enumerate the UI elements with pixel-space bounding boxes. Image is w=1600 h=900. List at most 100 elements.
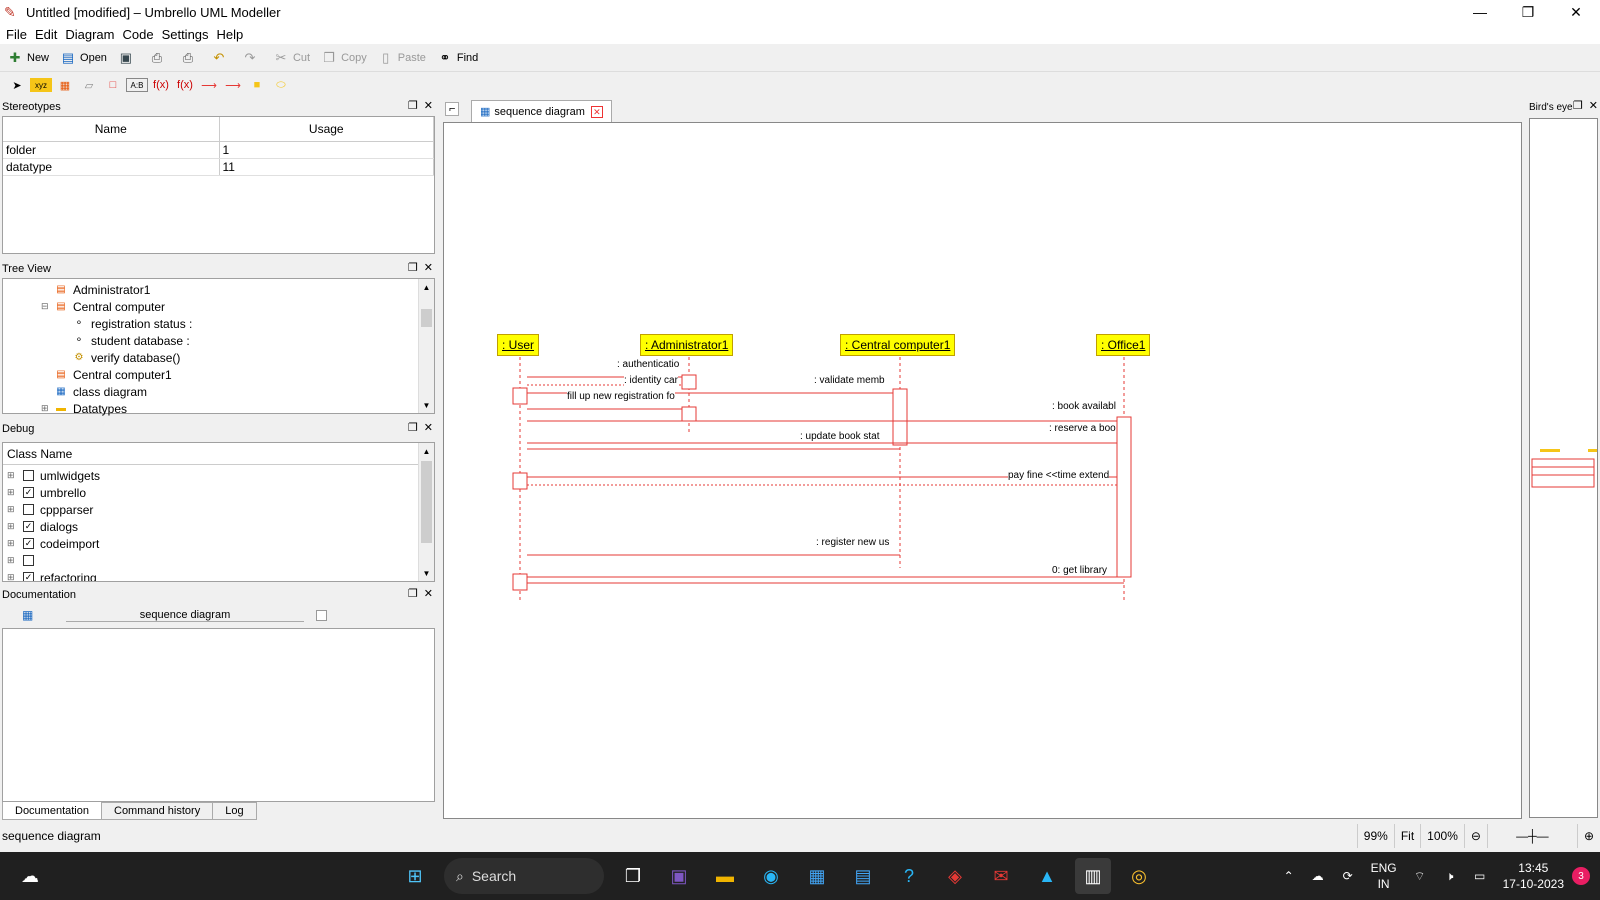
close-tab-icon[interactable]: ✕ [590,105,603,118]
volume-muted-icon[interactable]: 🕨 [1440,858,1460,894]
menu-diagram[interactable]: Diagram [61,27,118,42]
column-name[interactable]: Name [3,117,220,142]
edge-icon[interactable]: ◉ [753,858,789,894]
message-label[interactable]: : update book stat [800,431,880,442]
tree-item[interactable]: ⊞ ▬ Datatypes [41,400,127,417]
tree-item[interactable]: ▤ Central computer1 [53,366,171,383]
start-icon[interactable]: ⊞ [397,858,433,894]
function-return-tool-icon[interactable]: f(x) [174,75,196,95]
menu-file[interactable]: File [2,27,31,42]
new-tab-icon[interactable]: ⌐ [445,102,460,116]
sync-message-tool-icon[interactable]: ⟶ [198,75,220,95]
precondition-tool-icon[interactable]: ⬭ [270,75,292,95]
undo-button[interactable]: ↶ [208,47,233,69]
maximize-button[interactable]: ❐ [1504,0,1552,24]
debug-row[interactable]: ⊞ ✓ dialogs [7,518,78,535]
menu-code[interactable]: Code [118,27,157,42]
chat-icon[interactable]: ▣ [661,858,697,894]
tab-sequence-diagram[interactable]: ▦ sequence diagram ✕ [471,100,612,122]
minimize-button[interactable]: — [1456,0,1504,24]
scroll-up-icon[interactable]: ▲ [419,443,434,459]
expand-icon[interactable]: ⊞ [7,538,19,549]
save-button[interactable]: ▣ [115,47,140,69]
wifi-icon[interactable]: ⌔ [1410,858,1430,894]
expand-icon[interactable]: ⊞ [7,521,19,532]
store-icon[interactable]: ▦ [799,858,835,894]
scroll-thumb[interactable] [421,309,432,327]
message-label[interactable]: pay fine <<time extend [1008,470,1110,481]
zoom-in-icon[interactable]: ⊕ [1576,824,1600,848]
checkbox[interactable]: ✓ [23,538,34,549]
message-label[interactable]: : validate memb [814,375,885,386]
gmail-icon[interactable]: ✉ [983,858,1019,894]
help-icon[interactable]: ? [891,858,927,894]
redo-button[interactable]: ↷ [239,47,264,69]
close-icon[interactable]: ✕ [424,588,433,600]
tree-item[interactable]: ⚙ verify database() [71,349,181,366]
onedrive-icon[interactable]: ☁ [1308,858,1328,894]
debug-row[interactable]: ⊞ ✓ umbrello [7,484,86,501]
zoom-out-icon[interactable]: ⊖ [1463,824,1487,848]
checkbox[interactable]: ✓ [23,521,34,532]
notification-badge[interactable]: 3 [1572,867,1590,885]
mcafee-icon[interactable]: ◈ [937,858,973,894]
object-tool-icon[interactable]: xyz [30,78,52,92]
cut-button[interactable]: ✂ Cut [270,47,312,69]
sync-icon[interactable]: ⟳ [1338,858,1358,894]
close-icon[interactable]: ✕ [1589,100,1598,112]
checkbox[interactable] [23,555,34,566]
expand-icon[interactable]: ⊞ [7,572,19,581]
float-icon[interactable]: ❐ [408,262,418,274]
menu-edit[interactable]: Edit [31,27,61,42]
photos-icon[interactable]: ▲ [1029,858,1065,894]
diagram-canvas[interactable]: : User : Administrator1 : Central comput… [443,122,1522,819]
checkbox[interactable] [316,609,327,621]
chevron-up-icon[interactable]: ⌃ [1280,858,1298,894]
paste-button[interactable]: ▯ Paste [375,47,428,69]
float-icon[interactable]: ❐ [408,422,418,434]
checkbox[interactable] [23,470,34,481]
tree-item[interactable]: ▦ class diagram [53,383,147,400]
umbrello-taskbar-icon[interactable]: ▥ [1075,858,1111,894]
taskbar-search[interactable]: ⌕ Search [444,858,604,894]
battery-icon[interactable]: ▭ [1470,858,1490,894]
tab-log[interactable]: Log [212,802,257,820]
debug-scrollbar[interactable]: ▲ ▼ [418,443,434,581]
note-tool-icon[interactable]: ▱ [78,75,100,95]
expand-icon[interactable]: ⊞ [7,470,19,481]
find-button[interactable]: ⚭ Find [434,47,480,69]
scroll-thumb[interactable] [421,461,432,543]
debug-row[interactable]: ⊞ [7,552,40,569]
class-tool-icon[interactable]: ▦ [54,75,76,95]
debug-row[interactable]: ⊞ ✓ refactoring [7,569,97,581]
close-window-button[interactable]: ✕ [1552,0,1600,24]
new-button[interactable]: ✚ New [4,47,51,69]
scroll-down-icon[interactable]: ▼ [419,565,434,581]
language-indicator[interactable]: ENG IN [1371,860,1397,892]
menu-help[interactable]: Help [213,27,248,42]
text-tool-icon[interactable]: A:B [126,78,148,92]
box-tool-icon[interactable]: □ [102,75,124,95]
close-icon[interactable]: ✕ [424,422,433,434]
message-label[interactable]: : register new us [816,537,890,548]
documentation-textarea[interactable] [2,628,435,802]
open-button[interactable]: ▤ Open [57,47,109,69]
expand-icon[interactable]: ⊞ [7,487,19,498]
zoom-slider[interactable]: —┼— [1486,824,1577,848]
message-label[interactable]: : reserve a boo [1049,423,1116,434]
message-label[interactable]: 0: get library [1052,565,1108,576]
checkbox[interactable]: ✓ [23,487,34,498]
message-label[interactable]: fill up new registration fo [567,391,675,402]
message-label[interactable]: : identity car [624,375,678,386]
tab-command-history[interactable]: Command history [101,802,214,820]
collapse-icon[interactable]: ⊟ [41,301,53,312]
float-icon[interactable]: ❐ [408,588,418,600]
checkbox[interactable]: ✓ [23,572,34,581]
debug-row[interactable]: ⊞ ✓ codeimport [7,535,99,552]
birds-eye-view[interactable] [1529,118,1598,818]
tab-documentation[interactable]: Documentation [2,802,102,820]
menu-settings[interactable]: Settings [158,27,213,42]
column-class-name[interactable]: Class Name [3,443,419,465]
weather-icon[interactable]: ☁ [12,858,48,894]
documentation-name-field[interactable]: sequence diagram [66,609,304,622]
